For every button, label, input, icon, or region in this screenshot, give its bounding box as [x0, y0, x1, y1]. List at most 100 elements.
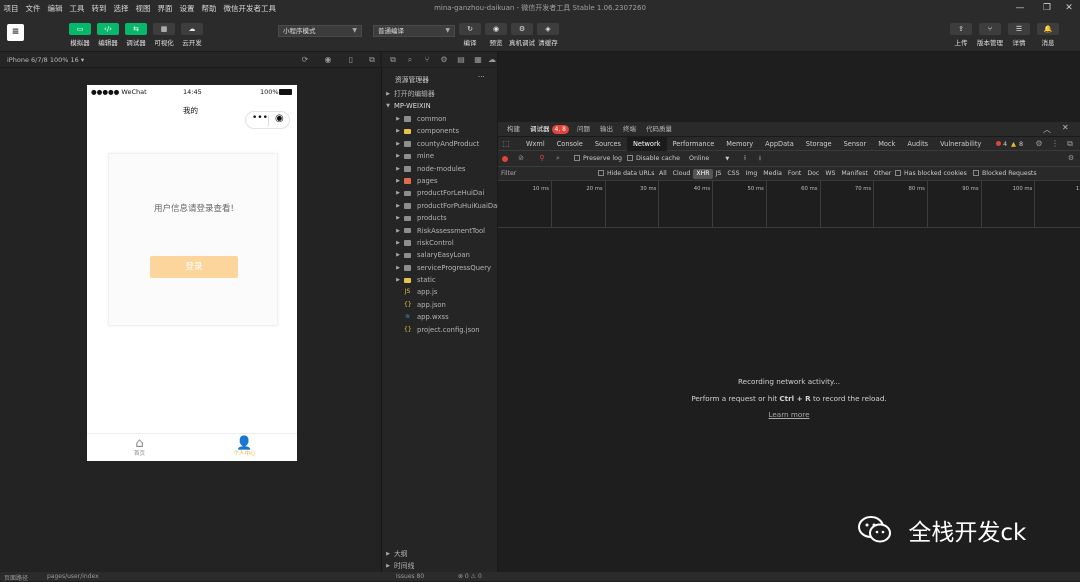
open-editors-section[interactable]: ▶ 打开的编辑器 — [382, 88, 498, 100]
device-select[interactable]: iPhone 6/7/8 100% 16 ▾ — [7, 56, 84, 64]
devtools-tab[interactable]: Storage — [800, 137, 838, 151]
list-item[interactable]: ▶ riskControl — [392, 237, 498, 249]
compile-select[interactable]: 普通编译 ▼ — [373, 25, 455, 37]
kebab-menu-icon[interactable]: ⋮ — [1049, 139, 1061, 148]
clear-icon[interactable]: ⊘ — [515, 154, 527, 162]
menu-item[interactable]: 设置 — [176, 3, 198, 14]
files-icon[interactable]: ⧉ — [387, 55, 399, 65]
export-icon[interactable]: ⭳ — [754, 154, 766, 165]
menu-item[interactable]: 视图 — [132, 3, 154, 14]
menu-item[interactable]: 微信开发者工具 — [220, 3, 280, 14]
devtools-tab[interactable]: Wxml — [520, 137, 551, 151]
list-item[interactable]: ▶ countyAndProduct — [392, 138, 498, 150]
type-filter-cloud[interactable]: Cloud — [670, 169, 694, 179]
gear-icon[interactable]: ⚙ — [1065, 154, 1077, 162]
toolbar-button[interactable]: ◈ 清缓存 — [534, 16, 562, 52]
devtools-tab[interactable]: Console — [551, 137, 589, 151]
menu-item[interactable]: 编辑 — [44, 3, 66, 14]
import-icon[interactable]: ⭱ — [739, 154, 751, 165]
list-item[interactable]: {} project.config.json — [392, 324, 498, 336]
list-item[interactable]: {} app.json — [392, 299, 498, 311]
type-filter-all[interactable]: All — [656, 169, 670, 179]
list-item[interactable]: ▶ productForPuHuiKuaiDai — [392, 200, 499, 212]
record-icon[interactable] — [502, 156, 508, 162]
minimize-button[interactable]: — — [1009, 0, 1031, 16]
type-filter-img[interactable]: Img — [743, 169, 761, 179]
filter-input[interactable]: Filter — [501, 170, 516, 177]
menu-item[interactable]: 项目 — [0, 3, 22, 14]
devtools-tab[interactable]: Network — [626, 137, 667, 151]
checkbox[interactable] — [895, 170, 901, 176]
devtools-tab[interactable]: Sources — [589, 137, 627, 151]
inspect-icon[interactable]: ⬚ — [500, 139, 512, 148]
list-item[interactable]: ▶ common — [392, 113, 498, 125]
phone-icon[interactable]: ▯ — [345, 55, 357, 64]
list-item[interactable]: ▶ RiskAssessmentTool — [392, 225, 498, 237]
blocked-requests-checkbox[interactable]: Blocked Requests — [973, 170, 1037, 177]
more-icon[interactable]: ••• — [252, 113, 268, 123]
record-icon[interactable]: ◉ — [322, 55, 334, 64]
more-icon[interactable]: ··· — [478, 73, 485, 81]
gear-icon[interactable]: ⚙ — [1033, 139, 1045, 148]
menu-item[interactable]: 帮助 — [198, 3, 220, 14]
popout-icon[interactable]: ⧉ — [366, 55, 378, 65]
toolbar-button[interactable]: 🔔 消息 — [1034, 16, 1062, 52]
tab-profile[interactable]: 👤 个人中心 — [192, 434, 297, 462]
project-avatar[interactable]: ≡ — [7, 24, 24, 41]
devtools-tab[interactable]: Mock — [872, 137, 901, 151]
source-control-icon[interactable]: ⑂ — [421, 55, 433, 64]
problems-count[interactable]: ⊗ 0 ⚠ 0 — [458, 573, 482, 580]
menu-item[interactable]: 文件 — [22, 3, 44, 14]
list-item[interactable]: ▶ productForLeHuiDai — [392, 187, 498, 199]
issues-count[interactable]: Issues 80 — [396, 573, 424, 580]
devtools-tab[interactable]: AppData — [759, 137, 800, 151]
close-window-button[interactable]: ✕ — [1058, 0, 1080, 16]
list-item[interactable]: ▶ node-modules — [392, 163, 498, 175]
mode-select[interactable]: 小程序模式 ▼ — [278, 25, 362, 37]
close-target-icon[interactable]: ◉ — [275, 113, 284, 124]
extensions-icon[interactable]: ▤ — [455, 55, 467, 64]
checkbox[interactable] — [973, 170, 979, 176]
filter-icon[interactable]: ⚲ — [536, 154, 548, 162]
type-filter-xhr[interactable]: XHR — [693, 169, 713, 179]
undock-icon[interactable]: ⧉ — [1064, 139, 1076, 149]
preserve-log-checkbox[interactable]: Preserve log — [574, 155, 622, 162]
type-filter-manifest[interactable]: Manifest — [838, 169, 870, 179]
debugger-top-tab[interactable]: 调试器 — [525, 122, 555, 137]
hide-data-urls-checkbox[interactable]: Hide data URLs — [598, 170, 654, 177]
error-count[interactable]: 4 — [1003, 138, 1007, 150]
devtools-tab[interactable]: Vulnerability — [934, 137, 987, 151]
type-filter-media[interactable]: Media — [760, 169, 785, 179]
list-item[interactable]: JS app.js — [392, 286, 498, 298]
layout-icon[interactable]: ▦ — [472, 55, 484, 64]
list-item[interactable]: ▶ components — [392, 125, 498, 137]
tab-home[interactable]: ⌂ 首页 — [87, 434, 192, 462]
debugger-top-tab[interactable]: 代码质量 — [641, 122, 677, 137]
devtools-tab[interactable]: Performance — [667, 137, 721, 151]
disable-cache-checkbox[interactable]: Disable cache — [627, 155, 680, 162]
checkbox[interactable] — [574, 155, 580, 161]
checkbox[interactable] — [627, 155, 633, 161]
type-filter-doc[interactable]: Doc — [804, 169, 822, 179]
debugger-top-tab[interactable]: 终端 — [618, 122, 641, 137]
list-item[interactable]: ▶ mine — [392, 150, 498, 162]
devtools-tab[interactable]: Audits — [901, 137, 934, 151]
type-filter-js[interactable]: JS — [713, 169, 725, 179]
list-item[interactable]: ▶ serviceProgressQuery — [392, 262, 498, 274]
project-root[interactable]: ▼ MP-WEIXIN — [382, 100, 498, 112]
timeline-section[interactable]: ▶ 时间线 — [382, 560, 498, 572]
menu-item[interactable]: 界面 — [154, 3, 176, 14]
toolbar-button[interactable]: ☁ 云开发 — [178, 16, 206, 52]
list-item[interactable]: ≋ app.wxss — [392, 311, 498, 323]
devtools-tab[interactable]: Sensor — [838, 137, 873, 151]
menu-item[interactable]: 选择 — [110, 3, 132, 14]
warning-count[interactable]: 8 — [1019, 138, 1023, 150]
debugger-top-tab[interactable]: 构建 — [502, 122, 525, 137]
type-filter-css[interactable]: CSS — [724, 169, 742, 179]
type-filter-other[interactable]: Other — [871, 169, 895, 179]
learn-more-link[interactable]: Learn more — [498, 410, 1080, 419]
list-item[interactable]: ▶ pages — [392, 175, 498, 187]
debugger-top-tab[interactable]: 问题 — [572, 122, 595, 137]
blocked-cookies-checkbox[interactable]: Has blocked cookies — [895, 170, 967, 177]
type-filter-font[interactable]: Font — [785, 169, 804, 179]
